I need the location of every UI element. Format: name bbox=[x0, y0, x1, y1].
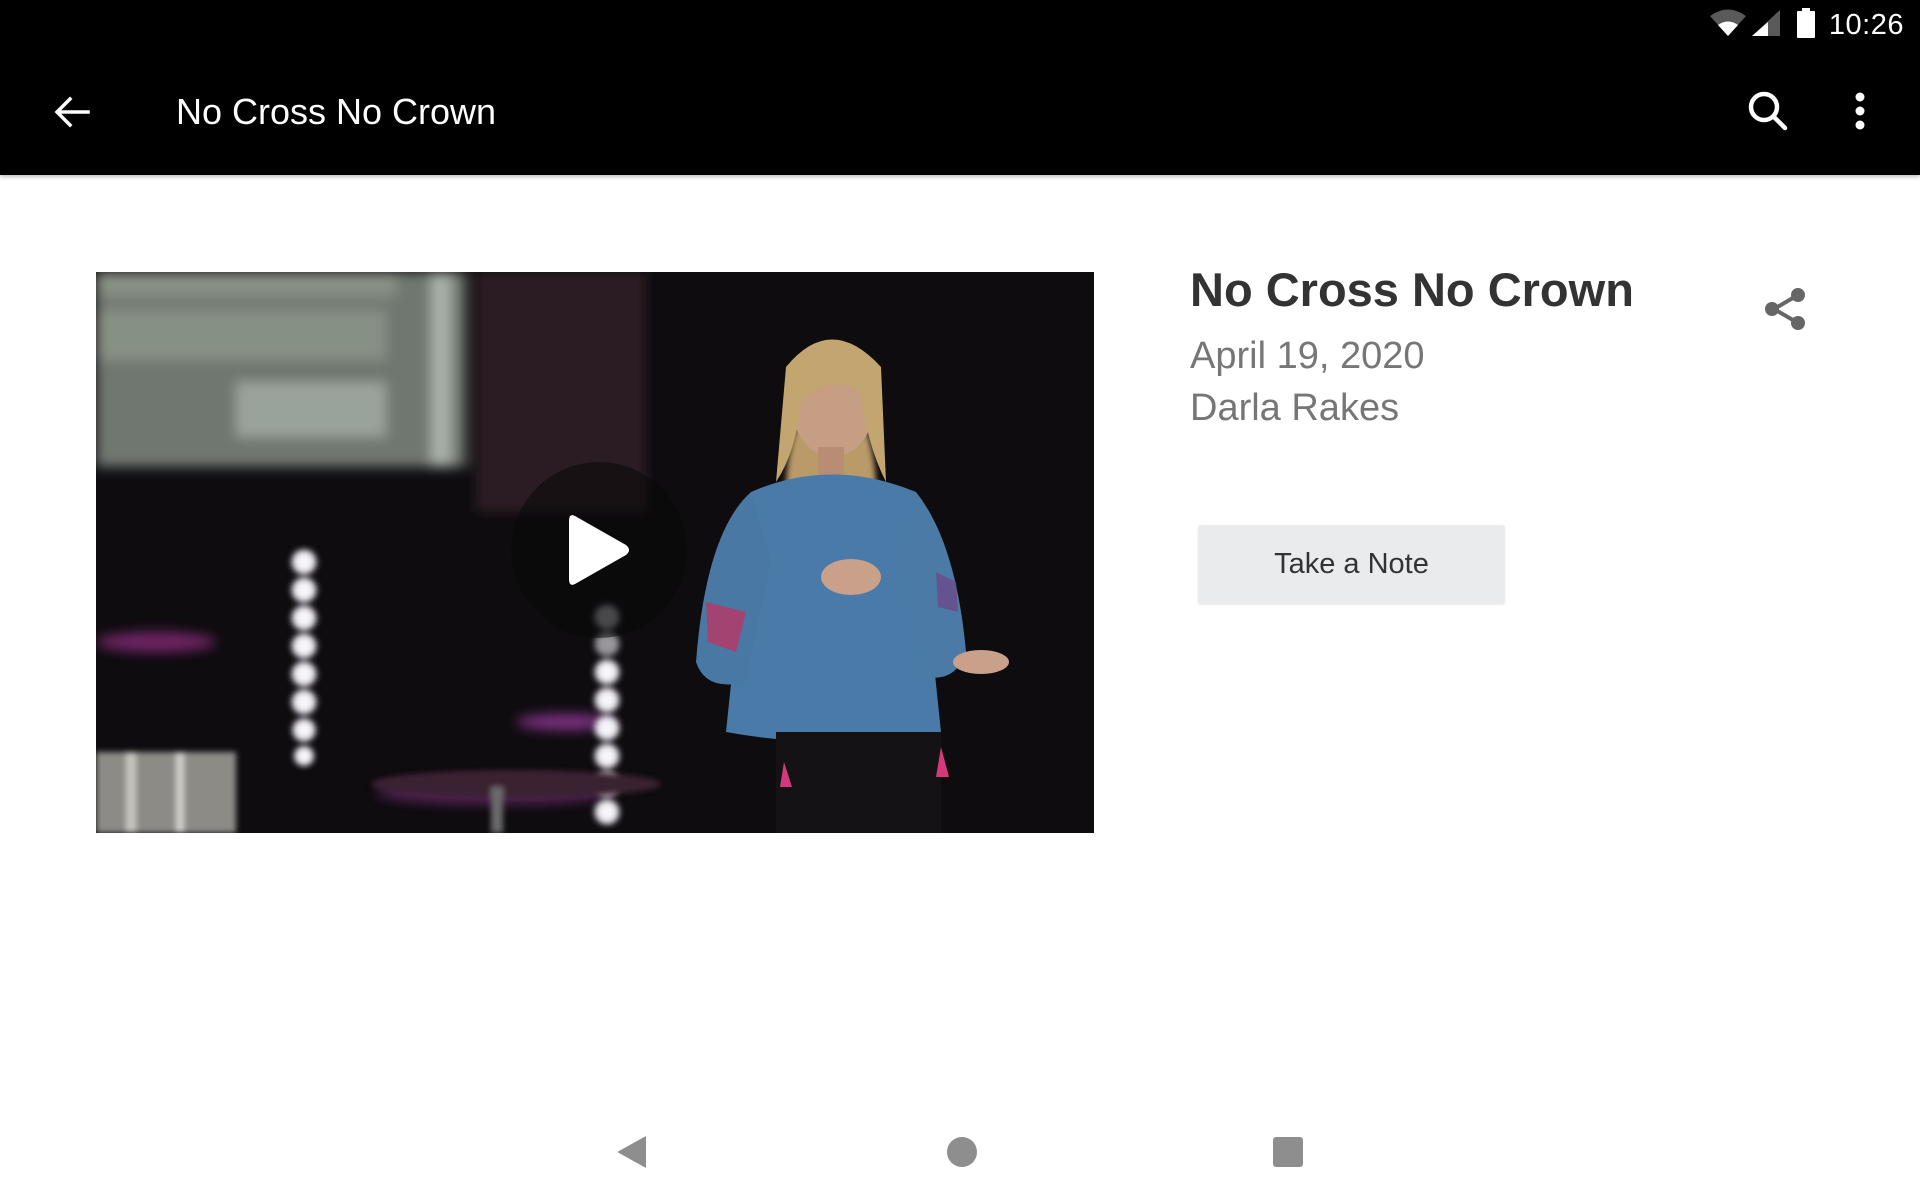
more-options-button[interactable] bbox=[1845, 88, 1875, 134]
play-button[interactable] bbox=[511, 462, 687, 638]
nav-back-icon bbox=[618, 1136, 646, 1168]
system-nav-bar bbox=[0, 1100, 1920, 1200]
status-time: 10:26 bbox=[1828, 8, 1904, 41]
nav-back-button[interactable] bbox=[616, 1134, 650, 1175]
search-icon bbox=[1748, 91, 1788, 131]
nav-home-button[interactable] bbox=[946, 1136, 978, 1173]
status-bar: 10:26 bbox=[0, 0, 1920, 50]
app-bar: No Cross No Crown bbox=[0, 50, 1920, 175]
share-icon bbox=[1765, 288, 1805, 330]
nav-recents-button[interactable] bbox=[1272, 1136, 1304, 1173]
nav-recents-icon bbox=[1273, 1137, 1303, 1167]
share-button[interactable] bbox=[1760, 283, 1812, 335]
wifi-icon bbox=[1709, 9, 1747, 42]
sermon-title: No Cross No Crown bbox=[1190, 263, 1634, 316]
cell-signal-icon bbox=[1751, 9, 1781, 42]
battery-icon bbox=[1796, 7, 1815, 43]
arrow-back-icon bbox=[54, 96, 90, 128]
status-icons: 10:26 bbox=[1709, 0, 1904, 50]
search-button[interactable] bbox=[1745, 88, 1791, 134]
take-a-note-button[interactable]: Take a Note bbox=[1198, 525, 1505, 604]
sermon-details: No Cross No Crown April 19, 2020 Darla R… bbox=[1190, 260, 1634, 434]
more-vert-icon bbox=[1855, 92, 1865, 130]
sermon-date: April 19, 2020 bbox=[1190, 335, 1425, 377]
sermon-speaker: Darla Rakes bbox=[1190, 387, 1400, 429]
app-bar-title: No Cross No Crown bbox=[176, 91, 497, 132]
play-icon bbox=[569, 515, 629, 585]
nav-home-icon bbox=[947, 1137, 977, 1167]
video-thumbnail[interactable] bbox=[96, 272, 1094, 833]
back-button[interactable] bbox=[50, 90, 94, 134]
